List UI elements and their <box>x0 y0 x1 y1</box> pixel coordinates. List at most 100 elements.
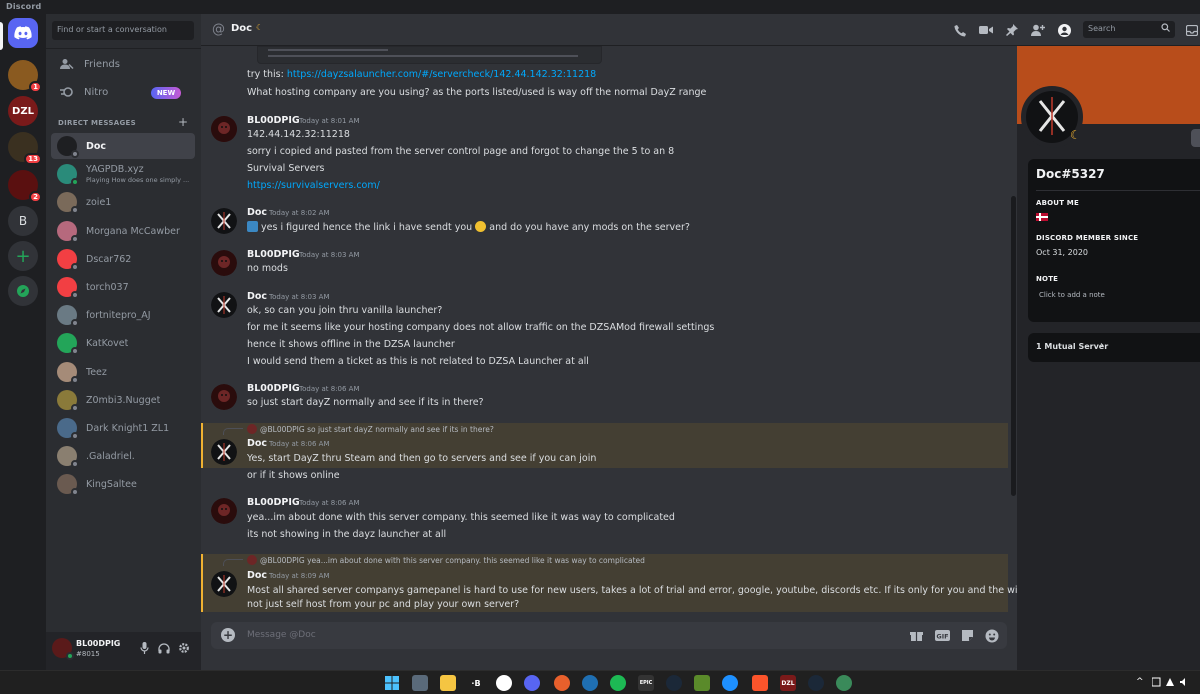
message-author[interactable]: BL00DPIG <box>247 249 300 260</box>
avatar[interactable] <box>211 116 237 142</box>
tray-chevron-icon[interactable]: ^ <box>1136 677 1144 687</box>
avatar[interactable] <box>52 638 74 660</box>
dm-item[interactable]: torch037 <box>51 274 195 300</box>
dm-item[interactable]: Dark Knight1 ZL1 <box>51 415 195 441</box>
message-author[interactable]: Doc <box>247 570 267 581</box>
dm-item[interactable]: Doc <box>51 133 195 159</box>
inbox-icon[interactable] <box>1185 23 1199 37</box>
dm-name: Dscar762 <box>86 253 132 265</box>
note-label: NOTE <box>1036 275 1059 283</box>
gear-icon[interactable] <box>178 642 190 654</box>
scrollbar[interactable] <box>1011 196 1016 496</box>
message-timestamp: Today at 8:06 AM <box>299 385 360 393</box>
message-author[interactable]: BL00DPIG <box>247 115 300 126</box>
video-call-icon[interactable] <box>979 23 993 37</box>
profile-avatar[interactable]: ☾ <box>1021 86 1083 148</box>
avatar[interactable] <box>211 384 237 410</box>
message-author[interactable]: BL00DPIG <box>247 383 300 394</box>
server-icon-1[interactable]: 1 <box>8 60 42 93</box>
create-dm-button[interactable]: + <box>178 115 188 129</box>
reply-preview[interactable]: @BL00DPIG yea...im about done with this … <box>247 555 645 565</box>
home-button[interactable] <box>8 18 38 48</box>
message-timestamp: Today at 8:06 AM <box>299 499 360 507</box>
calculator-icon[interactable] <box>412 675 428 691</box>
file-explorer-icon[interactable] <box>440 675 456 691</box>
survivalservers-link[interactable]: https://survivalservers.com/ <box>247 180 380 191</box>
app-icon[interactable] <box>554 675 570 691</box>
app-icon[interactable] <box>694 675 710 691</box>
avatar[interactable] <box>211 292 237 318</box>
windows-start-icon[interactable] <box>384 675 400 691</box>
avatar[interactable] <box>211 439 237 465</box>
dm-item[interactable]: .Galadriel. <box>51 443 195 469</box>
server-icon-b[interactable]: B <box>8 206 38 236</box>
epic-games-icon[interactable]: EPIC <box>638 675 654 691</box>
friends-nav[interactable]: Friends <box>52 52 195 76</box>
dm-item[interactable]: fortnitepro_AJ <box>51 302 195 328</box>
status-offline-icon <box>71 235 79 243</box>
gift-icon[interactable] <box>909 628 924 643</box>
status-offline-icon <box>71 460 79 468</box>
chrome-icon[interactable] <box>496 675 512 691</box>
discord-taskbar-icon[interactable] <box>524 675 540 691</box>
edge-icon[interactable] <box>722 675 738 691</box>
dm-text: YAGPDB.xyz Playing How does one simply ..… <box>86 164 189 184</box>
explore-servers-button[interactable] <box>8 276 38 306</box>
headphones-icon[interactable] <box>158 642 170 654</box>
brave-icon[interactable] <box>752 675 768 691</box>
add-server-button[interactable]: + <box>8 241 38 271</box>
spotify-icon[interactable] <box>610 675 626 691</box>
dm-item[interactable]: Teez <box>51 359 195 385</box>
server-icon-dzl[interactable]: DZL <box>8 96 38 126</box>
dm-item[interactable]: KingSaltee <box>51 471 195 497</box>
avatar[interactable] <box>211 498 237 524</box>
server-icon-3[interactable]: 13 <box>8 132 42 165</box>
dm-item[interactable]: Dscar762 <box>51 246 195 272</box>
tray-icons[interactable] <box>1151 677 1192 690</box>
dm-item[interactable]: Z0mbi3.Nugget <box>51 387 195 413</box>
dzsa-launcher-icon[interactable]: DZL <box>780 675 796 691</box>
dm-name: zoie1 <box>86 196 112 208</box>
direct-messages-header: DIRECT MESSAGES <box>58 119 136 127</box>
message-input[interactable]: Message @Doc <box>247 630 316 640</box>
microphone-icon[interactable] <box>138 642 150 654</box>
member-since-label: DISCORD MEMBER SINCE <box>1036 234 1139 242</box>
app-icon[interactable] <box>836 675 852 691</box>
user-profile-icon[interactable] <box>1057 23 1071 37</box>
message-author[interactable]: Doc <box>247 438 267 449</box>
avatar <box>57 221 79 243</box>
sticker-icon[interactable] <box>960 628 975 643</box>
message-author[interactable]: Doc <box>247 291 267 302</box>
phone-call-icon[interactable] <box>953 23 967 37</box>
message-list[interactable]: try this: https://dayzsalauncher.com/#/s… <box>201 46 1017 670</box>
message-author[interactable]: BL00DPIG <box>247 497 300 508</box>
message-author[interactable]: Doc <box>247 207 267 218</box>
find-conversation-input[interactable]: Find or start a conversation <box>52 21 194 40</box>
dm-item[interactable]: zoie1 <box>51 189 195 215</box>
profile-action-button[interactable] <box>1191 129 1200 147</box>
upload-plus-icon[interactable]: + <box>221 628 235 642</box>
dzsa-servercheck-link[interactable]: https://dayzsalauncher.com/#/servercheck… <box>287 69 596 80</box>
search-input[interactable]: Search <box>1083 21 1175 38</box>
b-app-icon[interactable]: ·B <box>468 675 484 691</box>
message-composer[interactable]: + Message @Doc GIF <box>211 622 1007 649</box>
gif-icon[interactable]: GIF <box>935 628 950 643</box>
mutual-servers-button[interactable]: 1 Mutual Server › <box>1028 333 1200 362</box>
avatar[interactable] <box>211 208 237 234</box>
dm-item[interactable]: KatKovet <box>51 330 195 356</box>
add-friend-to-dm-icon[interactable] <box>1031 23 1045 37</box>
dm-name: torch037 <box>86 281 129 293</box>
dm-item[interactable]: Morgana McCawber <box>51 218 195 244</box>
app-icon[interactable] <box>582 675 598 691</box>
emoji-picker-icon[interactable] <box>984 628 999 643</box>
server-icon-4[interactable]: 2 <box>8 170 42 203</box>
dm-item[interactable]: YAGPDB.xyz Playing How does one simply ..… <box>51 161 195 187</box>
pin-icon[interactable] <box>1005 23 1019 37</box>
steam-icon[interactable] <box>666 675 682 691</box>
note-input[interactable]: Click to add a note <box>1039 291 1105 299</box>
steam-icon[interactable] <box>808 675 824 691</box>
avatar <box>57 333 79 355</box>
avatar[interactable] <box>211 250 237 276</box>
avatar[interactable] <box>211 571 237 597</box>
reply-preview[interactable]: @BL00DPIG so just start dayZ normally an… <box>247 424 494 434</box>
